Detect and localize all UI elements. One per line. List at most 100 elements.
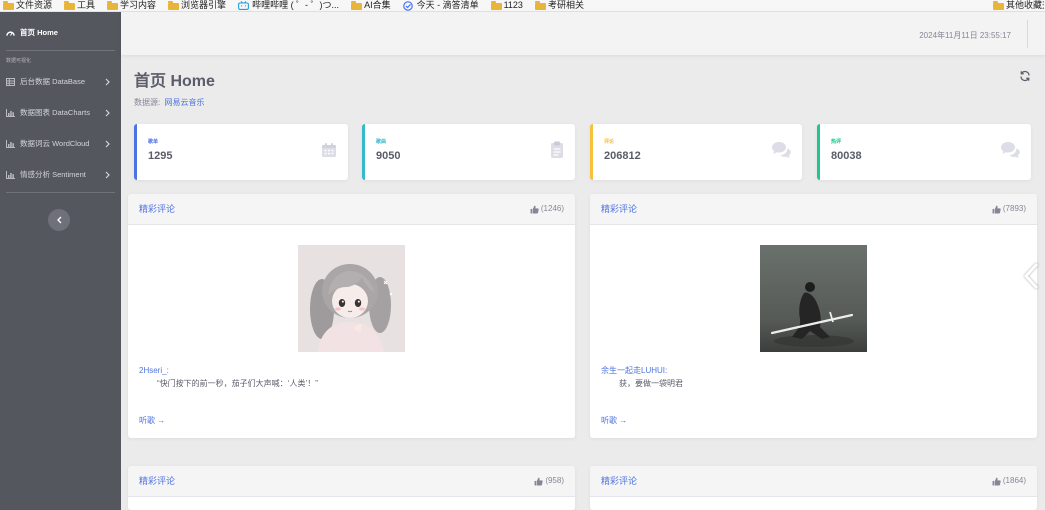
bookmark-label: 哔哩哔哩 ( ゜- ゜)つ... — [252, 0, 340, 10]
thumbs-up-icon — [992, 477, 1001, 486]
bookmark-file-resources[interactable]: 文件资源 — [3, 0, 52, 11]
bookmark-label: 浏览器引擎 — [181, 0, 227, 10]
comment-card: 精彩评论 (1246) 2Hseri_: “快门按下的前一秒，茄子们大声喊：‘人… — [128, 194, 575, 438]
page-title: 首页 Home — [134, 73, 215, 90]
chart-bar-icon — [6, 171, 15, 180]
stat-value: 9050 — [376, 150, 401, 162]
like-count-value: (958) — [545, 476, 564, 485]
folder-icon — [490, 1, 502, 10]
comment-text: 获，要做一袋明君 — [619, 379, 683, 388]
stat-card-comments: 评论 206812 — [590, 124, 802, 180]
sidebar-item-label: 首页 Home — [20, 28, 58, 37]
song-cover-image — [298, 245, 405, 352]
folder-icon — [168, 1, 180, 10]
comment-card-title: 精彩评论 — [601, 204, 638, 214]
stat-label: 评论 — [604, 139, 615, 145]
stat-value: 1295 — [148, 150, 173, 162]
sidebar-divider — [6, 50, 115, 51]
sidebar-item-wordcloud[interactable]: 数据词云 WordCloud — [0, 137, 121, 151]
like-count: (7893) — [992, 204, 1026, 214]
calendar-icon — [317, 141, 337, 158]
stat-label: 歌单 — [148, 139, 159, 145]
dashboard-icon — [6, 29, 15, 38]
thumbs-up-icon — [534, 477, 543, 486]
side-prev-button[interactable] — [1021, 261, 1041, 291]
sidebar-item-label: 后台数据 DataBase — [20, 77, 86, 86]
table-icon — [6, 78, 15, 87]
bookmark-ai-collection[interactable]: AI合集 — [351, 0, 391, 11]
bookmark-other-favorites[interactable]: 其他收藏夹 — [993, 0, 1044, 11]
stat-card-songs: 歌曲 9050 — [362, 124, 575, 180]
bookmark-kaoyan[interactable]: 考研相关 — [534, 0, 584, 11]
stat-label: 歌曲 — [376, 139, 387, 145]
comment-card: 精彩评论 (7893) 余生一起走LUHUI: 获，要做一袋明君 听歌 → — [590, 194, 1037, 438]
chevron-right-icon — [105, 171, 110, 179]
bookmark-browser-engine[interactable]: 浏览器引擎 — [168, 0, 226, 11]
song-cover-image — [760, 245, 867, 352]
sidebar-item-label: 情感分析 Sentiment — [20, 170, 86, 179]
listen-link[interactable]: 听歌 → — [601, 416, 627, 426]
comment-card-title: 精彩评论 — [139, 476, 176, 486]
data-source-link[interactable]: 网易云音乐 — [164, 98, 204, 107]
like-count: (1864) — [992, 476, 1026, 486]
listen-link[interactable]: 听歌 → — [139, 416, 165, 426]
folder-icon — [107, 1, 119, 10]
bookmark-label: 文件资源 — [16, 0, 53, 10]
folder-icon — [64, 1, 76, 10]
sidebar: 首页 Home 数据可视化 后台数据 DataBase 数据图表 DataCha… — [0, 12, 121, 510]
stat-card-hot-comments: 热评 80038 — [817, 124, 1031, 180]
sidebar-item-database[interactable]: 后台数据 DataBase — [0, 75, 121, 89]
bookmark-label: AI合集 — [364, 0, 391, 10]
refresh-button[interactable] — [1019, 70, 1031, 82]
stat-label: 热评 — [831, 139, 842, 145]
chevron-right-icon — [105, 109, 110, 117]
sidebar-toggle-button[interactable] — [48, 209, 70, 231]
bookmark-ticktick[interactable]: 今天 - 滴答清单 — [403, 0, 479, 11]
data-source: 数据源: 网易云音乐 — [134, 98, 204, 107]
comment-text: “快门按下的前一秒，茄子们大声喊：‘人类’！” — [157, 379, 318, 388]
check-circle-icon — [403, 0, 414, 11]
bookmarks-bar: 文件资源 工具 学习内容 浏览器引擎 哔哩哔哩 ( ゜- ゜)つ... AI合集… — [0, 0, 1045, 12]
comment-card-header: 精彩评论 (958) — [128, 466, 575, 497]
sidebar-divider — [6, 192, 115, 193]
sidebar-item-datacharts[interactable]: 数据图表 DataCharts — [0, 106, 121, 120]
comment-username-link[interactable]: 2Hseri_: — [139, 366, 169, 376]
folder-icon — [3, 1, 14, 10]
data-source-label: 数据源: — [134, 98, 161, 107]
chevron-right-icon — [105, 140, 110, 148]
comment-username-link[interactable]: 余生一起走LUHUI: — [601, 366, 667, 376]
folder-icon — [351, 1, 363, 10]
clipboard-icon — [544, 141, 564, 158]
stat-value: 80038 — [831, 150, 862, 162]
comment-card-header: 精彩评论 (7893) — [590, 194, 1037, 225]
bookmark-label: 考研相关 — [547, 0, 584, 10]
comment-card: 精彩评论 (958) — [128, 466, 575, 510]
sidebar-item-sentiment[interactable]: 情感分析 Sentiment — [0, 168, 121, 182]
comments-icon — [1000, 141, 1020, 158]
sidebar-heading: 数据可视化 — [6, 58, 32, 64]
sidebar-item-home[interactable]: 首页 Home — [0, 26, 121, 40]
bookmark-1123[interactable]: 1123 — [490, 0, 523, 11]
bookmark-study[interactable]: 学习内容 — [107, 0, 156, 11]
comment-card-header: 精彩评论 (1246) — [128, 194, 575, 225]
bookmark-label: 今天 - 滴答清单 — [416, 0, 479, 10]
chart-bar-icon — [6, 109, 15, 118]
like-count: (1246) — [530, 204, 564, 214]
like-count-value: (1246) — [540, 204, 564, 213]
bookmark-bilibili[interactable]: 哔哩哔哩 ( ゜- ゜)つ... — [238, 0, 339, 11]
bookmark-label: 其他收藏夹 — [1006, 0, 1044, 10]
refresh-icon — [1019, 70, 1031, 82]
stat-value: 206812 — [604, 150, 641, 162]
comments-icon — [771, 141, 791, 158]
thumbs-up-icon — [530, 205, 539, 214]
comment-card-header: 精彩评论 (1864) — [590, 466, 1037, 497]
comment-card-title: 精彩评论 — [139, 204, 176, 214]
sidebar-item-label: 数据图表 DataCharts — [20, 108, 91, 117]
folder-icon — [534, 1, 546, 10]
bookmark-tools[interactable]: 工具 — [64, 0, 95, 11]
folder-icon — [993, 1, 1004, 10]
chart-bar-icon — [6, 140, 15, 149]
topbar-divider — [1027, 20, 1028, 48]
sidebar-item-label: 数据词云 WordCloud — [20, 139, 90, 148]
current-datetime: 2024年11月11日 23:55:17 — [919, 31, 1011, 40]
